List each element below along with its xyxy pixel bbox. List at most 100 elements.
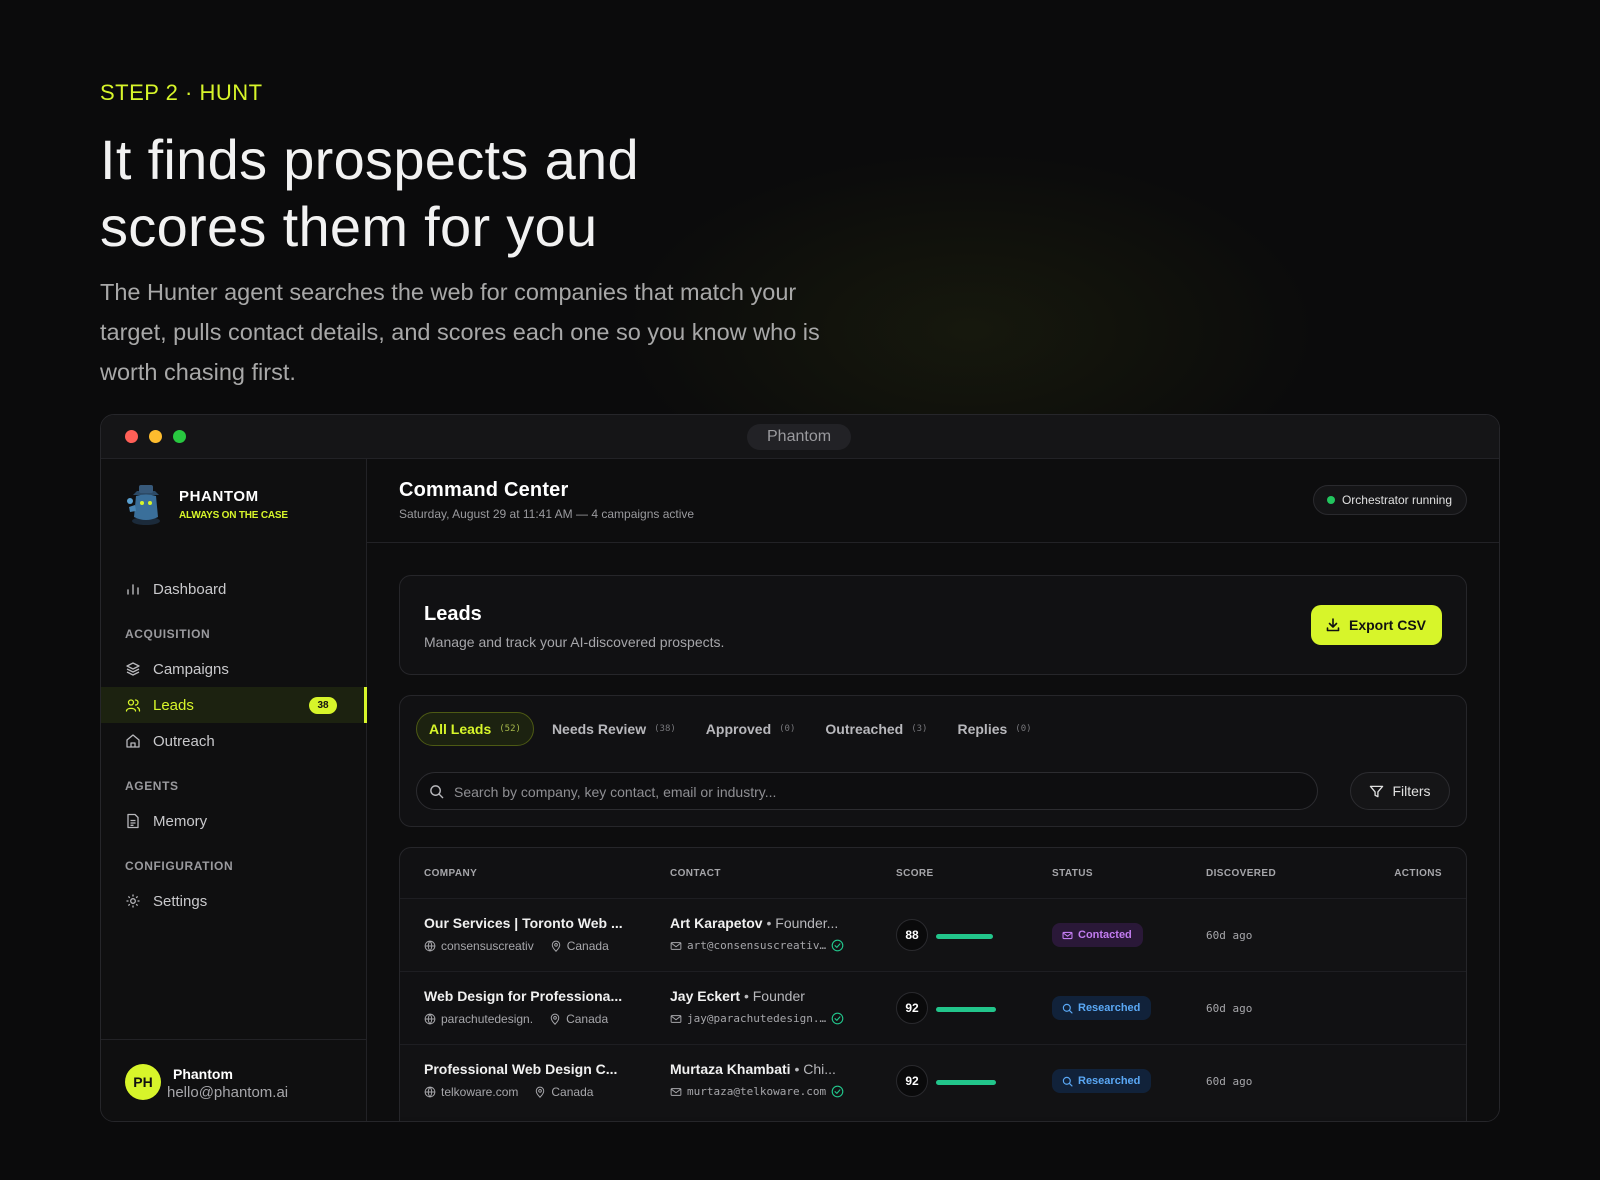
mail-icon — [1062, 931, 1073, 939]
brand[interactable]: PHANTOM ALWAYS ON THE CASE — [125, 481, 288, 527]
sidebar-item-label: Leads — [153, 696, 194, 714]
tab-label: Approved — [705, 721, 772, 737]
table-row[interactable]: Web Design for Professiona... parachutede… — [400, 971, 1466, 1044]
minimize-window-button[interactable] — [149, 430, 162, 443]
gear-icon — [125, 893, 141, 909]
column-header-contact[interactable]: CONTACT — [670, 868, 721, 879]
sidebar-item-label: Settings — [153, 892, 208, 910]
filters-label: Filters — [1392, 783, 1431, 799]
tab-outreached[interactable]: Outreached (3) — [813, 712, 939, 746]
status-badge: Researched — [1052, 1069, 1152, 1093]
page-header: Command Center Saturday, August 29 at 11… — [367, 459, 1499, 543]
maximize-window-button[interactable] — [173, 430, 186, 443]
contact-email[interactable]: art@consensuscreativ… — [670, 939, 844, 952]
table-row[interactable]: Professional Web Design C... telkoware.co… — [400, 1044, 1466, 1117]
user-email: hello@phantom.ai — [167, 1084, 289, 1101]
export-csv-label: Export CSV — [1348, 617, 1426, 633]
company-country: Canada — [551, 1085, 594, 1099]
contact-email-text: jay@parachutedesign.… — [687, 1012, 827, 1025]
user-name: Phantom — [173, 1066, 233, 1082]
globe-icon — [424, 1013, 436, 1025]
tab-needs-review[interactable]: Needs Review (38) — [540, 712, 688, 746]
contact-name[interactable]: Jay Eckert • Founder — [670, 988, 850, 1004]
contact-role: • Founder... — [766, 915, 839, 931]
sidebar-item-label: Outreach — [153, 732, 215, 750]
company-domain[interactable]: consensuscreativ — [441, 939, 534, 953]
sidebar-item-settings[interactable]: Settings — [101, 883, 367, 919]
company-name[interactable]: Our Services | Toronto Web ... — [424, 915, 624, 931]
sidebar-item-campaigns[interactable]: Campaigns — [101, 651, 367, 687]
contact-name[interactable]: Murtaza Khambati • Chi... — [670, 1061, 850, 1077]
column-header-company[interactable]: COMPANY — [424, 868, 477, 879]
contact-name-text: Art Karapetov — [670, 915, 763, 931]
score-bar — [936, 934, 993, 939]
tab-label: Replies — [957, 721, 1008, 737]
tab-approved[interactable]: Approved (0) — [694, 712, 808, 746]
brand-name: PHANTOM — [179, 487, 259, 505]
export-csv-button[interactable]: Export CSV — [1310, 605, 1442, 645]
tab-label: Needs Review — [551, 721, 647, 737]
tab-all-leads[interactable]: All Leads (52) — [416, 712, 534, 746]
column-header-actions: ACTIONS — [1394, 868, 1442, 879]
contact-name[interactable]: Art Karapetov • Founder... — [670, 915, 850, 931]
contact-role: • Founder — [743, 988, 805, 1004]
hero-title-line-1: It finds prospects and — [100, 128, 639, 191]
company-domain[interactable]: parachutedesign. — [441, 1012, 533, 1026]
window-titlebar: Phantom — [101, 415, 1499, 459]
search-input[interactable]: Search by company, key contact, email or… — [416, 772, 1318, 810]
company-name[interactable]: Web Design for Professiona... — [424, 988, 624, 1004]
verified-check-icon — [831, 1012, 844, 1025]
company-name[interactable]: Professional Web Design C... — [424, 1061, 624, 1077]
home-icon — [125, 733, 141, 749]
sidebar: PHANTOM ALWAYS ON THE CASE Dashboard ACQ… — [101, 459, 367, 1121]
close-window-button[interactable] — [125, 430, 138, 443]
score-value: 88 — [896, 919, 928, 951]
status-badge: Contacted — [1052, 923, 1143, 947]
sidebar-item-leads[interactable]: Leads 38 — [101, 687, 367, 723]
tab-count: (0) — [1015, 724, 1032, 734]
status-label: Researched — [1078, 1075, 1141, 1087]
avatar: PH — [125, 1064, 161, 1100]
search-icon — [1062, 1003, 1073, 1014]
filter-icon — [1370, 785, 1384, 797]
company-meta: telkoware.com Canada — [424, 1085, 593, 1099]
contact-role: • Chi... — [794, 1061, 836, 1077]
sidebar-item-dashboard[interactable]: Dashboard — [101, 571, 367, 607]
contact-email-text: art@consensuscreativ… — [687, 939, 827, 952]
sidebar-item-label: Dashboard — [153, 580, 227, 598]
table-row[interactable]: Our Services | Toronto Web ... consensusc… — [400, 898, 1466, 971]
location-pin-icon — [551, 940, 560, 952]
section-label-agents: AGENTS — [125, 779, 179, 793]
discovered-time: 60d ago — [1206, 929, 1253, 942]
filter-card: All Leads (52) Needs Review (38) Approve… — [399, 695, 1467, 827]
column-header-status[interactable]: STATUS — [1052, 868, 1093, 879]
location-pin-icon — [536, 1086, 545, 1098]
contact-email[interactable]: jay@parachutedesign.… — [670, 1012, 844, 1025]
users-icon — [125, 697, 141, 713]
company-domain[interactable]: telkoware.com — [441, 1085, 518, 1099]
search-icon — [1062, 1076, 1073, 1087]
sidebar-item-outreach[interactable]: Outreach — [101, 723, 367, 759]
column-header-discovered[interactable]: DISCOVERED — [1206, 868, 1276, 879]
hero-description: The Hunter agent searches the web for co… — [100, 279, 820, 385]
sidebar-item-memory[interactable]: Memory — [101, 803, 367, 839]
hero-title: It finds prospects and scores them for y… — [100, 126, 860, 260]
company-meta: parachutedesign. Canada — [424, 1012, 608, 1026]
hero-section: STEP 2 · HUNT It finds prospects and sco… — [100, 80, 860, 392]
document-icon — [125, 813, 141, 829]
section-label-acquisition: ACQUISITION — [125, 627, 211, 641]
leads-header-card: Leads Manage and track your AI-discovere… — [399, 575, 1467, 675]
filters-button[interactable]: Filters — [1350, 772, 1450, 810]
leads-table: COMPANY CONTACT SCORE STATUS DISCOVERED … — [399, 847, 1467, 1121]
user-profile[interactable]: PH Phantom hello@phantom.ai — [101, 1039, 366, 1121]
discovered-time: 60d ago — [1206, 1002, 1253, 1015]
contact-email[interactable]: murtaza@telkoware.com — [670, 1085, 844, 1098]
lead-tabs: All Leads (52) Needs Review (38) Approve… — [416, 712, 1050, 746]
layers-icon — [125, 661, 141, 677]
sidebar-item-label: Memory — [153, 812, 208, 830]
column-header-score[interactable]: SCORE — [896, 868, 934, 879]
section-label-configuration: CONFIGURATION — [125, 859, 234, 873]
tab-replies[interactable]: Replies (0) — [945, 712, 1043, 746]
app-window: Phantom PHANTOM ALWAYS ON THE CASE Dashb… — [100, 414, 1500, 1122]
company-country: Canada — [566, 939, 609, 953]
